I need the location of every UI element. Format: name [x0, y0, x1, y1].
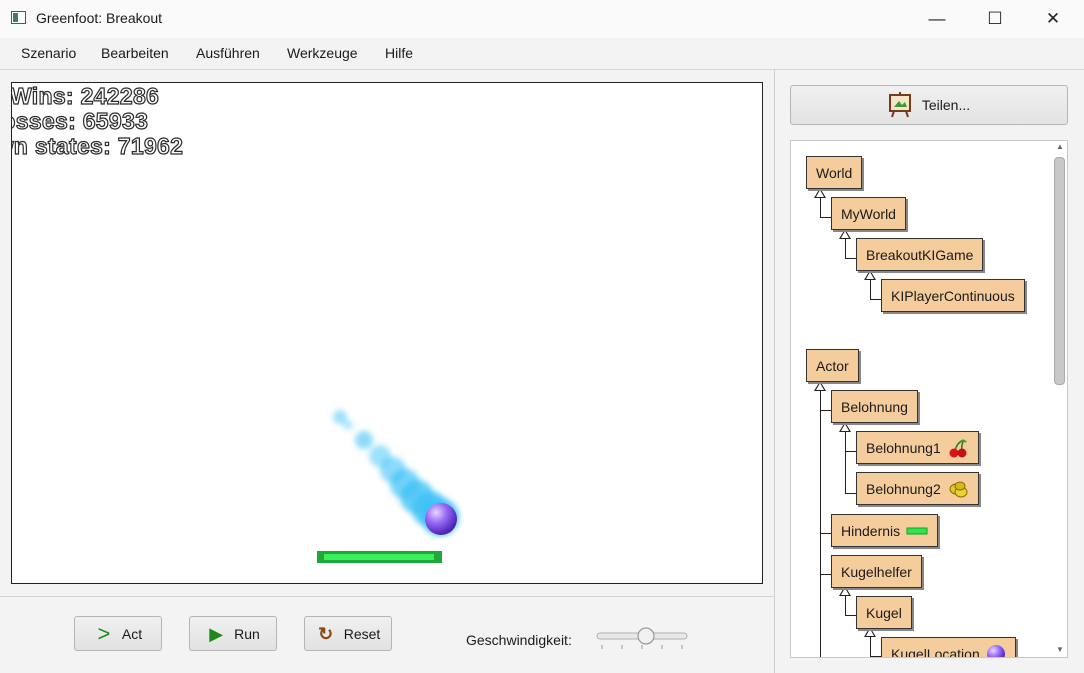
greenfoot-app-icon — [11, 11, 26, 24]
class-breakoutkigame[interactable]: BreakoutKIGame — [856, 238, 984, 271]
maximize-button[interactable]: ☐ — [966, 0, 1024, 38]
class-label: KugelLocation — [891, 645, 980, 658]
cherry-icon — [949, 438, 967, 457]
share-label: Teilen... — [921, 97, 971, 113]
tree-connector — [845, 594, 846, 616]
tree-connector — [870, 278, 871, 300]
run-label: Run — [234, 625, 260, 642]
run-button[interactable]: ▶ Run — [189, 616, 277, 651]
class-label: Belohnung — [841, 398, 908, 415]
reset-label: Reset — [343, 625, 381, 642]
close-button[interactable]: ✕ — [1024, 0, 1082, 38]
class-label: MyWorld — [841, 205, 896, 222]
speed-slider[interactable] — [596, 625, 688, 655]
inherit-arrow-icon — [839, 422, 851, 432]
class-belohnung[interactable]: Belohnung — [831, 390, 918, 423]
class-label: Kugelhelfer — [841, 563, 912, 580]
close-icon: ✕ — [1045, 9, 1061, 28]
class-hindernis[interactable]: Hindernis — [831, 514, 939, 547]
tree-connector — [820, 196, 821, 218]
ball — [425, 503, 457, 535]
paddle-icon — [906, 527, 928, 534]
share-button[interactable]: Teilen... — [790, 85, 1068, 125]
step-arrow-icon: > — [97, 620, 111, 646]
menu-werkzeuge[interactable]: Werkzeuge — [287, 45, 358, 61]
title-bar: Greenfoot: Breakout — ☐ ✕ — [0, 0, 1084, 38]
reset-button[interactable]: ↻ Reset — [304, 616, 392, 651]
inherit-arrow-icon — [814, 381, 826, 391]
minimize-button[interactable]: — — [908, 0, 966, 38]
tree-connector — [870, 635, 871, 657]
menu-bearbeiten[interactable]: Bearbeiten — [101, 45, 169, 61]
play-icon: ▶ — [209, 623, 224, 644]
panel-separator — [0, 596, 774, 597]
menu-bar: Szenario Bearbeiten Ausführen Werkzeuge … — [0, 38, 1084, 70]
class-kugellocation[interactable]: KugelLocation — [881, 637, 1016, 658]
class-label: Belohnung1 — [866, 439, 941, 456]
menu-ausfuehren[interactable]: Ausführen — [196, 45, 260, 61]
maximize-icon: ☐ — [987, 9, 1003, 28]
world-panel: Wins: 242286 Losses: 65933 Known states:… — [0, 70, 775, 673]
class-label: Kugel — [866, 604, 902, 621]
class-kugelhelfer[interactable]: Kugelhelfer — [831, 555, 922, 588]
speed-slider-thumb — [637, 627, 655, 645]
act-button[interactable]: > Act — [74, 616, 162, 651]
game-sprites — [317, 410, 459, 563]
coins-icon — [949, 481, 968, 497]
class-label: World — [816, 164, 853, 181]
minimize-icon: — — [928, 9, 946, 28]
world-canvas[interactable]: Wins: 242286 Losses: 65933 Known states:… — [11, 82, 763, 584]
class-kugel[interactable]: Kugel — [856, 596, 912, 629]
class-label: Belohnung2 — [866, 480, 941, 497]
class-tree: World MyWorld BreakoutKIGame KIPlayerCon… — [790, 140, 1068, 658]
ball-icon — [986, 644, 1005, 657]
speed-label: Geschwindigkeit: — [466, 632, 572, 648]
scroll-up-icon[interactable]: ▲ — [1056, 142, 1064, 151]
inherit-arrow-icon — [839, 229, 851, 239]
inherit-arrow-icon — [814, 188, 826, 198]
reset-icon: ↻ — [318, 623, 334, 644]
class-label: Actor — [816, 357, 849, 374]
class-world[interactable]: World — [806, 156, 863, 189]
class-label: Hindernis — [841, 522, 901, 539]
tree-connector — [820, 389, 821, 657]
tree-connector — [845, 430, 846, 494]
class-kiplayercontinuous[interactable]: KIPlayerContinuous — [881, 279, 1025, 312]
class-tree-scrollbar[interactable]: ▲ ▼ — [1052, 141, 1068, 659]
menu-hilfe[interactable]: Hilfe — [385, 45, 413, 61]
scrollbar-thumb[interactable] — [1054, 157, 1065, 385]
easel-icon — [888, 92, 911, 118]
class-belohnung2[interactable]: Belohnung2 — [856, 472, 979, 505]
window-title: Greenfoot: Breakout — [36, 10, 163, 26]
scroll-down-icon[interactable]: ▼ — [1056, 645, 1064, 654]
class-panel: Teilen... World MyWorld BreakoutKIGame K… — [775, 70, 1084, 673]
menu-szenario[interactable]: Szenario — [21, 45, 76, 61]
class-belohnung1[interactable]: Belohnung1 — [856, 431, 979, 464]
class-actor[interactable]: Actor — [806, 349, 859, 382]
inherit-arrow-icon — [864, 270, 876, 280]
class-label: BreakoutKIGame — [866, 246, 974, 263]
class-myworld[interactable]: MyWorld — [831, 197, 906, 230]
act-label: Act — [121, 625, 143, 642]
tree-connector — [845, 237, 846, 259]
class-label: KIPlayerContinuous — [891, 287, 1015, 304]
